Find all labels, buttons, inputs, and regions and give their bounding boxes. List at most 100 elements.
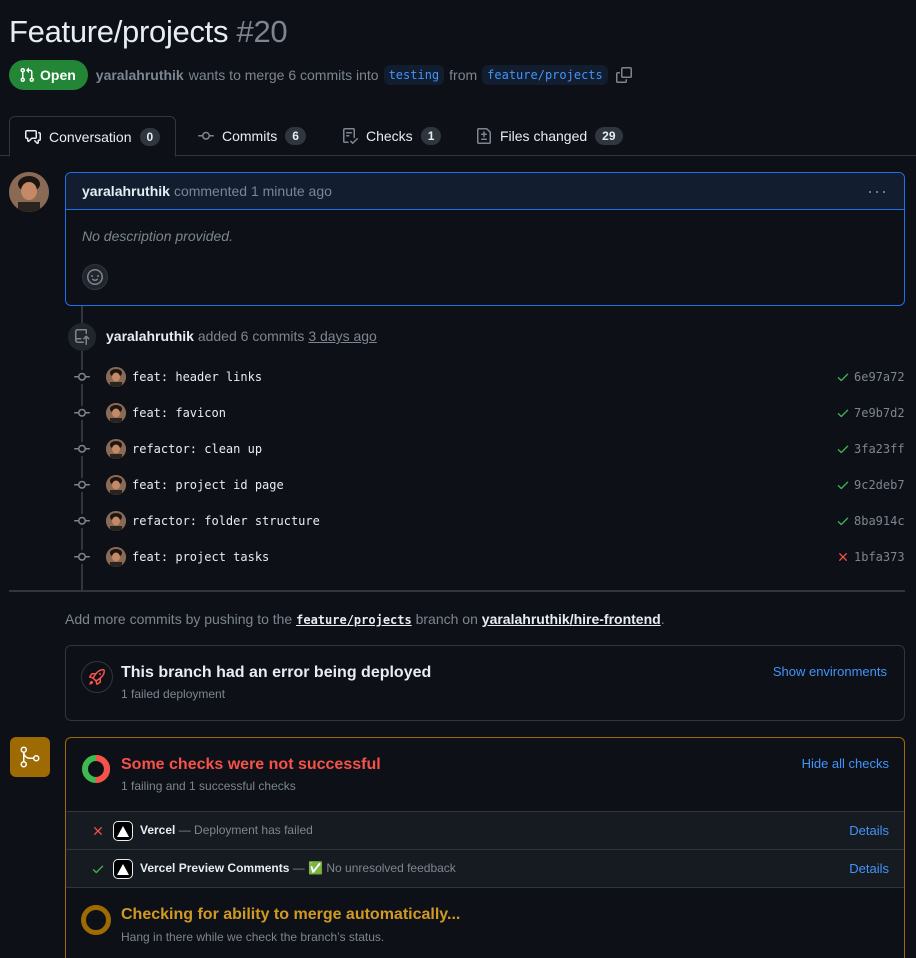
merge-text: wants to merge 6 commits into — [188, 67, 379, 83]
commit-sha-link[interactable]: 3fa23ff — [854, 442, 905, 456]
tab-checks[interactable]: Checks 1 — [342, 116, 442, 156]
check-icon[interactable] — [835, 405, 851, 421]
x-icon[interactable] — [835, 549, 851, 565]
vercel-logo-icon — [113, 821, 133, 841]
check-icon[interactable] — [835, 513, 851, 529]
check-icon[interactable] — [835, 369, 851, 385]
pr-status-row: Open yaralahruthik wants to merge 6 comm… — [9, 60, 632, 90]
merge-status-subtitle: Hang in there while we check the branch’… — [121, 930, 385, 944]
comment-body: No description provided. — [82, 228, 233, 244]
git-commit-icon — [74, 550, 90, 564]
commit-row: feat: favicon 7e9b7d2 — [0, 399, 916, 427]
commit-message-link[interactable]: feat: project id page — [132, 478, 284, 492]
commit-author-avatar[interactable] — [106, 511, 126, 531]
commit-sha-link[interactable]: 8ba914c — [854, 514, 905, 528]
deployment-box: This branch had an error being deployed … — [65, 645, 905, 721]
hide-all-checks-link[interactable]: Hide all checks — [802, 756, 889, 771]
commit-row: feat: header links 6e97a72 — [0, 363, 916, 391]
commit-sha-link[interactable]: 9c2deb7 — [854, 478, 905, 492]
author-avatar[interactable] — [9, 172, 49, 212]
commit-sha-link[interactable]: 6e97a72 — [854, 370, 905, 384]
copy-icon[interactable] — [615, 67, 632, 83]
comment-meta: commented 1 minute ago — [173, 183, 332, 199]
checklist-icon — [343, 128, 358, 144]
commit-message-link[interactable]: feat: project tasks — [132, 550, 269, 564]
push-event-text: yaralahruthik added 6 commits 3 days ago — [106, 328, 377, 344]
vercel-logo-icon — [113, 859, 133, 879]
deployment-subtitle: 1 failed deployment — [121, 687, 226, 701]
commit-author-avatar[interactable] — [106, 439, 126, 459]
git-merge-icon — [10, 737, 50, 777]
check-vercel-details-link[interactable]: Details — [849, 823, 889, 838]
git-pull-request-icon — [20, 67, 35, 83]
check-preview-comments-name: Vercel Preview Comments — [140, 861, 290, 875]
commit-message-link[interactable]: refactor: folder structure — [132, 514, 320, 528]
head-branch-tag[interactable]: feature/projects — [482, 65, 608, 85]
tab-commits[interactable]: Commits 6 — [198, 116, 306, 156]
commit-author-avatar[interactable] — [106, 403, 126, 423]
tab-checks-label: Checks — [366, 128, 413, 144]
comment-author-link[interactable]: yaralahruthik — [82, 183, 170, 199]
commit-row: feat: project id page 9c2deb7 — [0, 471, 916, 499]
push-hint-prefix: Add more commits by pushing to the — [65, 611, 293, 627]
commit-row: feat: project tasks 1bfa373 — [0, 543, 916, 571]
merge-summary: yaralahruthik wants to merge 6 commits i… — [96, 65, 632, 85]
check-vercel-description: — Deployment has failed — [178, 823, 313, 837]
push-event-time-link[interactable]: 3 days ago — [308, 328, 377, 344]
from-text: from — [449, 67, 478, 83]
git-commit-icon — [74, 370, 90, 384]
smiley-icon — [87, 269, 103, 285]
commit-message-link[interactable]: feat: favicon — [132, 406, 226, 420]
commit-author-avatar[interactable] — [106, 547, 126, 567]
show-environments-link[interactable]: Show environments — [773, 664, 887, 679]
rocket-icon — [81, 661, 113, 693]
pr-author-link[interactable]: yaralahruthik — [96, 67, 184, 83]
push-hint: Add more commits by pushing to the featu… — [65, 611, 665, 627]
comment-discussion-icon — [25, 129, 41, 144]
check-vercel-name: Vercel — [140, 823, 176, 837]
tab-files-changed-label: Files changed — [500, 128, 588, 144]
x-icon — [90, 823, 106, 839]
merge-status-title: Checking for ability to merge automatica… — [121, 906, 461, 923]
check-row-vercel: Vercel — Deployment has failed Details — [66, 811, 904, 849]
pending-ring-icon — [81, 905, 111, 935]
checks-donut-icon — [82, 755, 110, 783]
check-preview-comments-text: Vercel Preview Comments — ✅ No unresolve… — [140, 861, 456, 875]
commit-sha-link[interactable]: 1bfa373 — [854, 550, 905, 564]
push-hint-middle: branch on — [415, 611, 478, 627]
tab-conversation-count: 0 — [139, 127, 161, 146]
checks-subtitle: 1 failing and 1 successful checks — [121, 779, 296, 793]
open-status-badge: Open — [9, 60, 88, 90]
base-branch-tag[interactable]: testing — [383, 65, 445, 85]
pr-tabs: Conversation 0 Commits 6 Checks 1 Files … — [0, 116, 916, 157]
check-preview-comments-details-link[interactable]: Details — [849, 861, 889, 876]
git-commit-icon — [74, 514, 90, 528]
repo-push-icon — [68, 323, 96, 351]
check-icon[interactable] — [835, 477, 851, 493]
push-hint-branch[interactable]: feature/projects — [296, 613, 412, 627]
deployment-title: This branch had an error being deployed — [121, 664, 432, 681]
tab-conversation-label: Conversation — [49, 128, 132, 145]
commit-author-avatar[interactable] — [106, 475, 126, 495]
check-icon — [90, 861, 106, 877]
commit-row: refactor: clean up 3fa23ff — [0, 435, 916, 463]
push-hint-suffix: . — [660, 611, 665, 627]
timeline-divider — [9, 590, 905, 592]
check-icon[interactable] — [835, 441, 851, 457]
push-hint-repo-link[interactable]: yaralahruthik/hire-frontend — [482, 611, 661, 627]
push-author-link[interactable]: yaralahruthik — [106, 328, 194, 344]
commit-sha-link[interactable]: 7e9b7d2 — [854, 406, 905, 420]
commit-author-avatar[interactable] — [106, 367, 126, 387]
add-reaction-button[interactable] — [82, 264, 108, 290]
kebab-menu-icon[interactable]: ··· — [867, 181, 888, 202]
merge-status-section: Checking for ability to merge automatica… — [66, 887, 904, 958]
tab-conversation[interactable]: Conversation 0 — [9, 116, 177, 157]
commit-message-link[interactable]: feat: header links — [132, 370, 262, 384]
check-preview-comments-description: — ✅ No unresolved feedback — [292, 861, 456, 875]
pr-description-comment: yaralahruthik commented 1 minute ago ···… — [65, 172, 905, 306]
commit-row: refactor: folder structure 8ba914c — [0, 507, 916, 535]
check-vercel-text: Vercel — Deployment has failed — [140, 823, 313, 837]
commit-message-link[interactable]: refactor: clean up — [132, 442, 262, 456]
checks-title: Some checks were not successful — [121, 756, 381, 773]
tab-files-changed[interactable]: Files changed 29 — [476, 116, 623, 156]
